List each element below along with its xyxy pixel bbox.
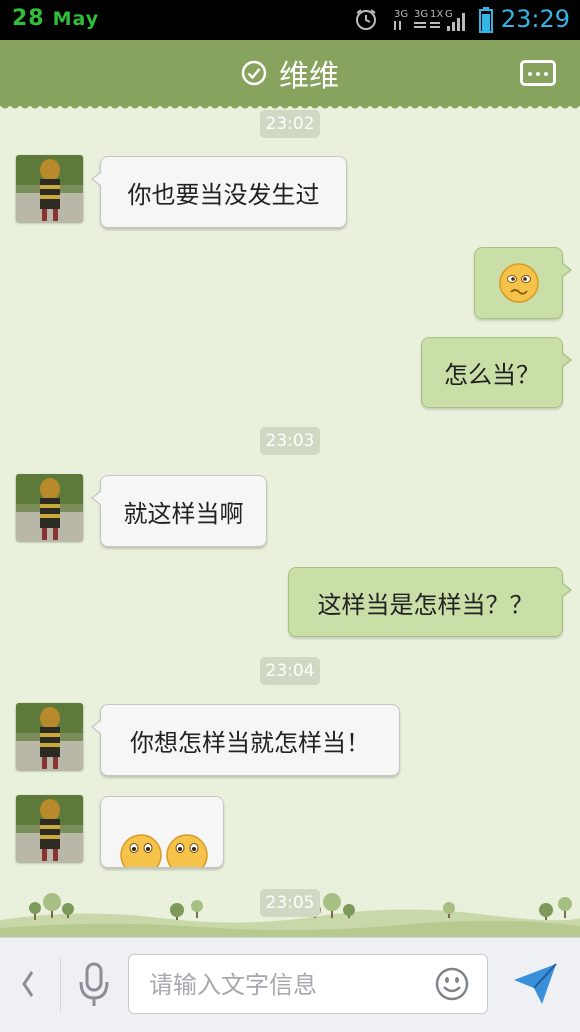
peeking-faces-emoji-icon: [120, 834, 208, 867]
avatar-photo: [16, 155, 83, 222]
more-icon-dot: [544, 72, 548, 76]
more-icon: [528, 72, 532, 76]
contact-avatar[interactable]: [16, 155, 83, 222]
microphone-icon[interactable]: [78, 962, 110, 1008]
message-text: 就这样当啊: [123, 499, 244, 528]
status-bar: 28 May 3G 3G 1X G 23:29: [0, 0, 580, 40]
battery-icon: [479, 7, 493, 33]
message-bubble-incoming[interactable]: [100, 796, 224, 868]
message-text: 怎么当？: [444, 361, 540, 389]
check-circle-icon: [241, 60, 267, 86]
avatar-photo: [16, 795, 83, 862]
message-bubble-incoming[interactable]: 你想怎样当就怎样当！: [91, 704, 400, 776]
avatar-photo: [16, 474, 83, 541]
message-text: 你也要当没发生过: [127, 180, 320, 209]
timestamp: 23:02: [260, 110, 320, 138]
status-month: May: [52, 8, 100, 30]
message-bubble-incoming[interactable]: 你也要当没发生过: [91, 156, 347, 228]
confused-face-emoji-icon: [498, 263, 539, 303]
status-icons: 3G 3G 1X G: [356, 7, 493, 33]
input-bar: [0, 937, 580, 1032]
chevron-left-icon[interactable]: [18, 968, 38, 1000]
avatar-photo: [16, 703, 83, 770]
more-button[interactable]: [520, 60, 556, 86]
message-bubble-outgoing[interactable]: 怎么当？: [421, 337, 572, 408]
message-text: 这样当是怎样当？？: [317, 590, 534, 619]
network-label: 3G: [394, 9, 408, 20]
contact-avatar[interactable]: [16, 703, 83, 770]
message-text: 你想怎样当就怎样当！: [130, 728, 370, 757]
timestamp: 23:04: [260, 657, 320, 685]
contact-avatar[interactable]: [16, 795, 83, 862]
message-bubble-outgoing[interactable]: 这样当是怎样当？？: [288, 567, 572, 637]
network-label: 3G: [414, 9, 428, 20]
network-label: 1X: [430, 9, 443, 20]
status-time: 23:29: [500, 5, 570, 33]
send-icon[interactable]: [512, 962, 558, 1006]
status-day: 28: [12, 6, 45, 31]
message-bubble-incoming[interactable]: 就这样当啊: [91, 475, 267, 547]
chat-title-group[interactable]: 维维: [0, 40, 580, 106]
status-date: 28 May: [12, 6, 99, 31]
message-input[interactable]: [147, 963, 421, 1007]
message-emoji: [475, 248, 562, 318]
message-bubble-outgoing[interactable]: [474, 247, 572, 319]
signal-arrows-icon: [394, 21, 440, 30]
smiley-icon[interactable]: [435, 967, 469, 1001]
alarm-icon: [356, 9, 376, 30]
network-label: G: [445, 9, 453, 20]
more-icon-dot: [536, 72, 540, 76]
contact-avatar[interactable]: [16, 474, 83, 541]
chat-title: 维维: [279, 59, 339, 94]
chat-header: 维维: [0, 40, 580, 106]
divider: [60, 958, 61, 1012]
message-input-box[interactable]: [128, 954, 488, 1014]
timestamp: 23:05: [260, 889, 320, 917]
timestamp: 23:03: [260, 427, 320, 455]
